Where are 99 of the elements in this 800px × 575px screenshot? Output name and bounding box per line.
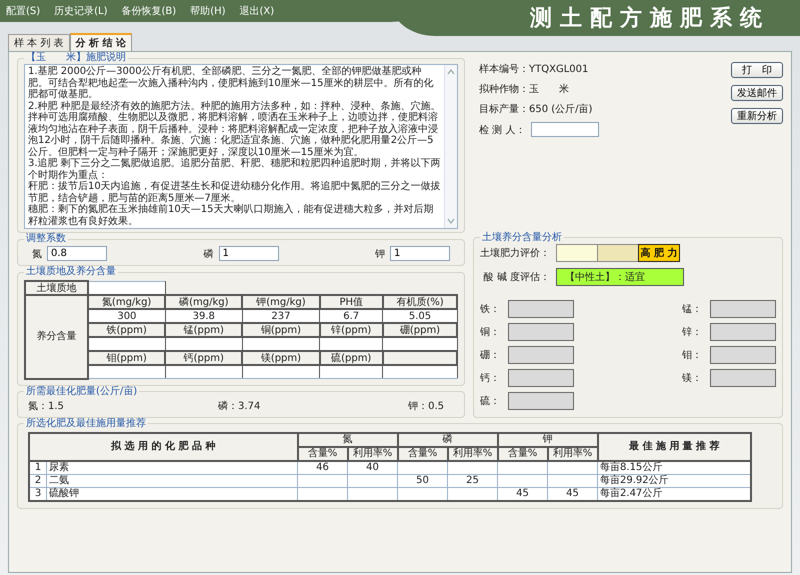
menu-item[interactable]: 备份恢复(B) [122, 4, 176, 18]
field-label: 土壤肥力评价： [480, 246, 550, 260]
table-cell [320, 365, 383, 378]
table-cell: 钼(ppm) [88, 351, 166, 365]
readonly-field [508, 392, 574, 410]
field-label: 镁： [682, 372, 702, 384]
field-label: 硼： [480, 348, 500, 362]
paragraph: 2.种肥 种肥是最经济有效的施肥方法。种肥的施用方法多种，如：拌种、浸种、条施、穴施。拌种可选用腐殖酸、生物肥以及微肥，将肥料溶解，喷洒在玉米种子上，边喷边拌，使肥料溶液均匀地沾在种子表面，阴干后播种。浸种：将肥料溶解配成一定浓度，把种子放入溶液中浸泡12小时，阴干后随即播种。条施、穴施：化肥适宜条施、穴施，做种肥化肥用量2公斤—5公斤。但肥料一定与种子隔开；深施肥更好，深度以10厘米—15厘米为宜。 [28, 100, 441, 158]
table-cell [348, 474, 398, 487]
table-cell: 50 [398, 474, 448, 487]
table-cell [348, 487, 398, 500]
menu-item[interactable]: 配置(S) [6, 4, 40, 18]
amount-text: 钾：0.5 [408, 400, 444, 412]
info-text: 目标产量：650 (公斤/亩) [479, 102, 594, 116]
column-header: 拟 选 用 的 化 肥 品 种 [29, 432, 298, 460]
input-field[interactable]: 0.8 [47, 246, 107, 261]
table-cell: 土壤质地 [25, 281, 88, 295]
readonly-field [710, 322, 776, 340]
column-header: 氮 [298, 432, 398, 446]
table-cell: 硫酸钾 [46, 487, 298, 500]
tab[interactable]: 样 本 列 表 [8, 34, 70, 51]
group-title: 调整系数 [25, 233, 67, 245]
table-cell: 每亩29.92公斤 [598, 474, 751, 487]
info-text: 拟种作物：玉 米 [479, 82, 570, 96]
readonly-field [508, 346, 574, 364]
table-cell: 硫(ppm) [320, 351, 383, 365]
field-label: 酸 碱 度评估： [482, 270, 550, 284]
group-title: 土壤质地及养分含量 [25, 266, 117, 278]
tab[interactable]: 分 析 结 论 [70, 33, 132, 51]
readonly-field [710, 346, 776, 364]
row-number: 2 [29, 474, 46, 487]
column-header: 最 佳 施 用 量 推 荐 [598, 432, 751, 460]
group-title: 所选化肥及最佳施用量推荐 [25, 418, 147, 430]
paragraph: 穗肥：剩下的氮肥在玉米抽雄前10天—15天大喇叭口期施入，能有促进穗大粒多，并对后期籽粒灌浆也有良好效果。 [28, 204, 434, 227]
table-cell: 二氨 [46, 474, 298, 487]
table-cell: 锰(ppm) [165, 323, 242, 337]
amount-text: 磷：3.74 [218, 400, 262, 412]
action-button[interactable]: 发送邮件 [731, 85, 783, 101]
readonly-field [710, 300, 776, 318]
table-cell [398, 487, 448, 500]
field-label: 铁： [480, 302, 500, 316]
field-label: 氮 [32, 248, 42, 260]
readonly-field [508, 300, 574, 318]
field-label: 硫： [480, 394, 500, 408]
table-cell: 钙(ppm) [165, 351, 242, 365]
group-title: 【玉 米】施肥说明 [25, 52, 127, 64]
table-cell: 氮(mg/kg) [88, 295, 166, 309]
input-field[interactable]: 1 [218, 246, 278, 261]
menu-item[interactable]: 历史记录(L) [54, 4, 108, 18]
row-number: 3 [29, 487, 46, 500]
readonly-field [508, 322, 574, 340]
table-cell: 锌(ppm) [320, 323, 383, 337]
table-cell: 钾(mg/kg) [242, 295, 320, 309]
scrollbar[interactable] [444, 65, 457, 228]
fertility-level: 高 肥 力 [638, 244, 680, 262]
field-label: 钾 [375, 248, 385, 260]
table-cell: 每亩2.47公斤 [598, 487, 751, 500]
amount-text: 氮：1.5 [28, 400, 65, 412]
readonly-field [710, 368, 776, 386]
readonly-field [508, 368, 574, 386]
table-cell: 45 [548, 487, 598, 500]
table-cell: PH值 [320, 295, 383, 309]
menu-item[interactable]: 帮助(H) [190, 4, 226, 18]
column-header: 钾 [498, 432, 598, 446]
field-label: 锌： [682, 326, 702, 338]
table-cell: 铜(ppm) [242, 323, 320, 337]
table-cell: 镁(ppm) [242, 351, 320, 365]
table-cell [548, 474, 598, 487]
field-label: 检 测 人： [479, 124, 526, 136]
input-field[interactable]: 1 [390, 246, 450, 261]
table-cell: 25 [448, 474, 498, 487]
field-label: 钙： [480, 372, 500, 384]
table-cell: 磷(mg/kg) [165, 295, 242, 309]
field-label: 铜： [480, 326, 500, 338]
info-text: 样本编号：YTQXGL001 [479, 62, 590, 76]
table-cell: 有机质(%) [382, 295, 457, 309]
table-cell: 45 [498, 487, 548, 500]
table-cell [448, 487, 498, 500]
field-label: 钼： [682, 348, 702, 362]
action-button[interactable]: 打 印 [731, 62, 783, 78]
table-cell [298, 474, 348, 487]
paragraph: 1.基肥 2000公斤—3000公斤有机肥、全部磷肥、三分之一氮肥、全部的钾肥做基肥或种肥。可结合犁耙地起垄一次施入播种沟内，使肥料施到10厘米—15厘米的耕层中。所有的化肥都可做基肥。 [28, 66, 434, 100]
ph-result: 【中性土】：适宜 [556, 268, 684, 286]
field-label: 锰： [682, 302, 702, 316]
group-title: 所需最佳化肥量(公斤/亩) [25, 386, 138, 398]
table-cell: 铁(ppm) [88, 323, 166, 337]
table-cell [498, 474, 548, 487]
app-title: 测土配方施肥系统 [530, 4, 770, 33]
paragraph: 3.追肥 剩下三分之二氮肥做追肥。追肥分苗肥、秆肥、穗肥和粒肥四种追肥时期，并将以下两个时期作为重点： [28, 158, 441, 180]
input-field[interactable] [531, 122, 600, 137]
field-label: 磷 [204, 248, 214, 260]
menu-item[interactable]: 退出(X) [240, 4, 274, 18]
group-title: 土壤养分含量分析 [481, 232, 563, 244]
table-cell: 养分含量 [25, 295, 88, 378]
column-header: 磷 [398, 432, 498, 446]
table-cell: 硼(ppm) [382, 323, 457, 337]
paragraph: 秆肥：拔节后10天内追施，有促进茎生长和促进幼穗分化作用。将追肥中氮肥的三分之一做拔节肥，结合铲趟，肥与苗的距离5厘米—7厘米。 [28, 181, 441, 204]
action-button[interactable]: 重新分析 [731, 108, 783, 124]
table-cell [298, 487, 348, 500]
